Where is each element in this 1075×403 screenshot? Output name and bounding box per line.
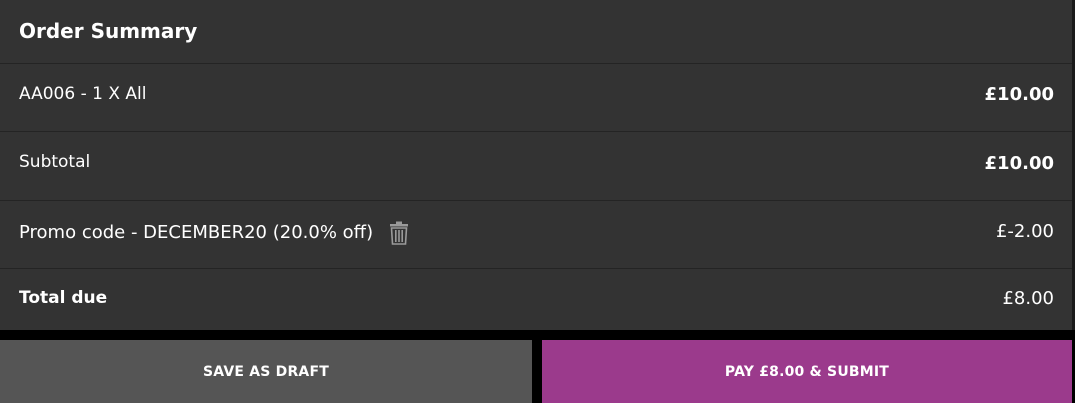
line-item-amount: £10.00 — [984, 84, 1054, 105]
total-row: Total due £8.00 — [0, 269, 1072, 330]
line-item-label: AA006 - 1 X All — [19, 84, 147, 104]
promo-row: Promo code - DECEMBER20 (20.0% off) £-2.… — [0, 201, 1072, 269]
order-summary-title: Order Summary — [19, 19, 198, 43]
order-summary-header: Order Summary — [0, 0, 1072, 64]
total-label: Total due — [19, 288, 108, 308]
trash-icon[interactable] — [389, 221, 409, 245]
order-summary-panel: Order Summary AA006 - 1 X All £10.00 Sub… — [0, 0, 1072, 330]
trash-icon-graphic — [390, 221, 409, 245]
total-amount: £8.00 — [1002, 288, 1054, 309]
promo-label: Promo code - DECEMBER20 (20.0% off) — [19, 222, 374, 243]
subtotal-row: Subtotal £10.00 — [0, 132, 1072, 201]
promo-label-group: Promo code - DECEMBER20 (20.0% off) — [19, 221, 409, 245]
subtotal-amount: £10.00 — [984, 153, 1054, 174]
pay-and-submit-button[interactable]: PAY £8.00 & SUBMIT — [542, 340, 1072, 403]
subtotal-label: Subtotal — [19, 152, 91, 172]
line-item-row: AA006 - 1 X All £10.00 — [0, 64, 1072, 132]
save-as-draft-button[interactable]: SAVE AS DRAFT — [0, 340, 532, 403]
promo-amount: £-2.00 — [995, 221, 1054, 242]
